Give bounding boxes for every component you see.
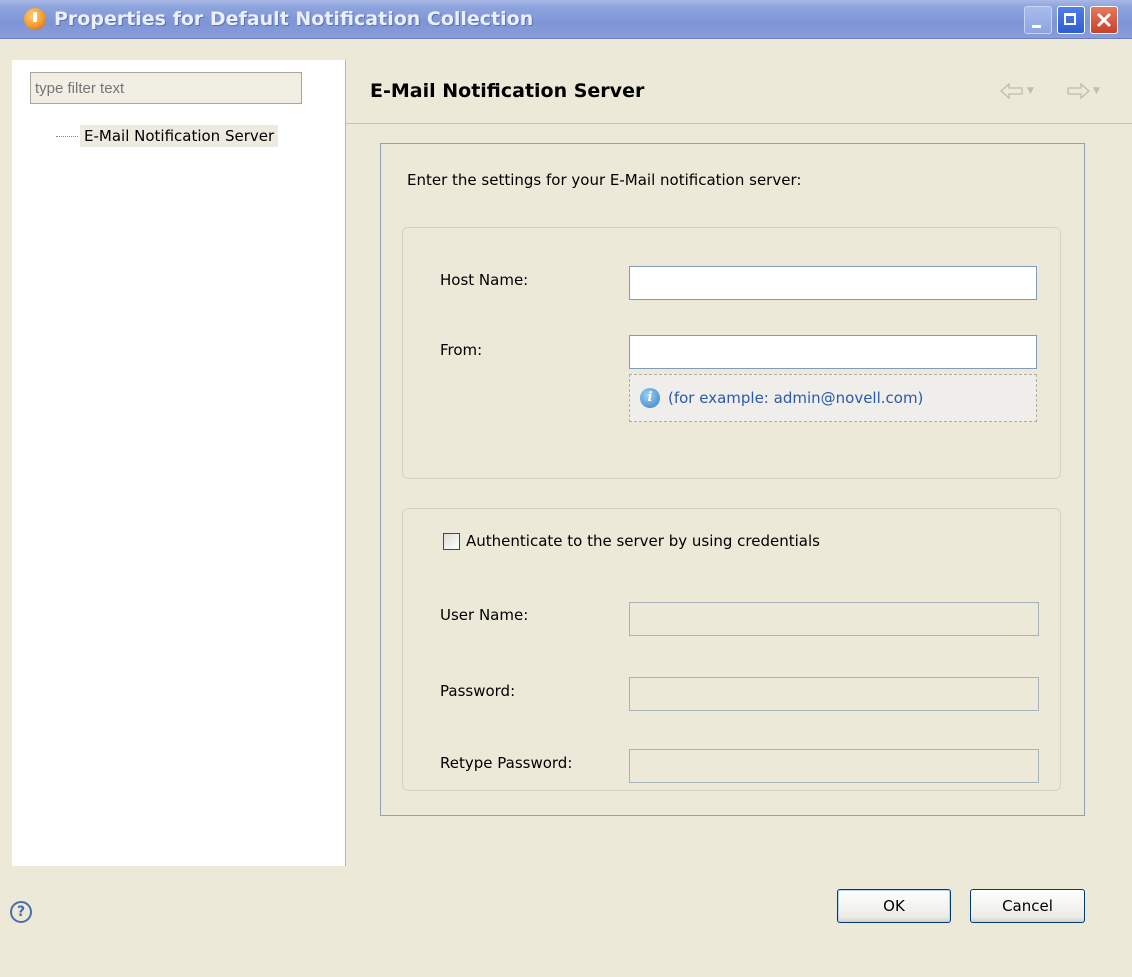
close-icon	[1097, 13, 1111, 27]
authentication-group: Authenticate to the server by using cred…	[402, 508, 1061, 791]
back-button[interactable]: ▼	[1000, 82, 1034, 100]
ok-button[interactable]: OK	[837, 889, 951, 923]
filter-input[interactable]	[30, 72, 302, 104]
password-label: Password:	[440, 682, 516, 700]
window-title: Properties for Default Notification Coll…	[54, 8, 534, 30]
page-header: E-Mail Notification Server ▼ ▼	[346, 60, 1132, 124]
title-bar[interactable]: Properties for Default Notification Coll…	[0, 0, 1132, 39]
authenticate-checkbox[interactable]	[443, 532, 460, 550]
arrow-right-icon	[1067, 83, 1090, 99]
from-input[interactable]	[629, 335, 1037, 369]
intro-text: Enter the settings for your E-Mail notif…	[407, 171, 802, 189]
from-hint-text: (for example: admin@novell.com)	[668, 389, 924, 407]
tree-item-label: E-Mail Notification Server	[80, 125, 279, 147]
forward-button[interactable]: ▼	[1066, 82, 1100, 100]
app-icon	[24, 8, 46, 30]
content-pane: E-Mail Notification Server ▼ ▼ Enter the…	[346, 60, 1132, 866]
authenticate-option[interactable]: Authenticate to the server by using cred…	[443, 532, 820, 550]
page-title: E-Mail Notification Server	[370, 80, 645, 102]
navigation-pane: E-Mail Notification Server	[12, 60, 346, 866]
server-settings-group: Host Name: From: i (for example: admin@n…	[402, 227, 1061, 479]
cancel-button[interactable]: Cancel	[970, 889, 1085, 923]
minimize-button[interactable]	[1024, 6, 1052, 34]
host-name-input[interactable]	[629, 266, 1037, 300]
from-hint: i (for example: admin@novell.com)	[629, 374, 1037, 422]
arrow-left-icon	[1000, 83, 1023, 99]
close-button[interactable]	[1090, 6, 1118, 34]
authenticate-checkbox-label: Authenticate to the server by using cred…	[466, 532, 820, 550]
user-name-label: User Name:	[440, 606, 529, 624]
info-icon: i	[640, 388, 660, 408]
properties-dialog: Properties for Default Notification Coll…	[0, 0, 1132, 977]
chevron-down-icon: ▼	[1027, 86, 1034, 96]
tree-connector	[56, 135, 78, 137]
from-label: From:	[440, 341, 483, 359]
host-name-label: Host Name:	[440, 271, 529, 289]
tree-item-email-notification-server[interactable]: E-Mail Notification Server	[56, 122, 279, 150]
chevron-down-icon: ▼	[1093, 86, 1100, 96]
retype-password-label: Retype Password:	[440, 754, 573, 772]
user-name-input[interactable]	[629, 602, 1039, 636]
maximize-button[interactable]	[1057, 6, 1085, 34]
settings-panel: Enter the settings for your E-Mail notif…	[380, 143, 1085, 816]
help-icon[interactable]: ?	[10, 901, 32, 923]
retype-password-input[interactable]	[629, 749, 1039, 783]
password-input[interactable]	[629, 677, 1039, 711]
